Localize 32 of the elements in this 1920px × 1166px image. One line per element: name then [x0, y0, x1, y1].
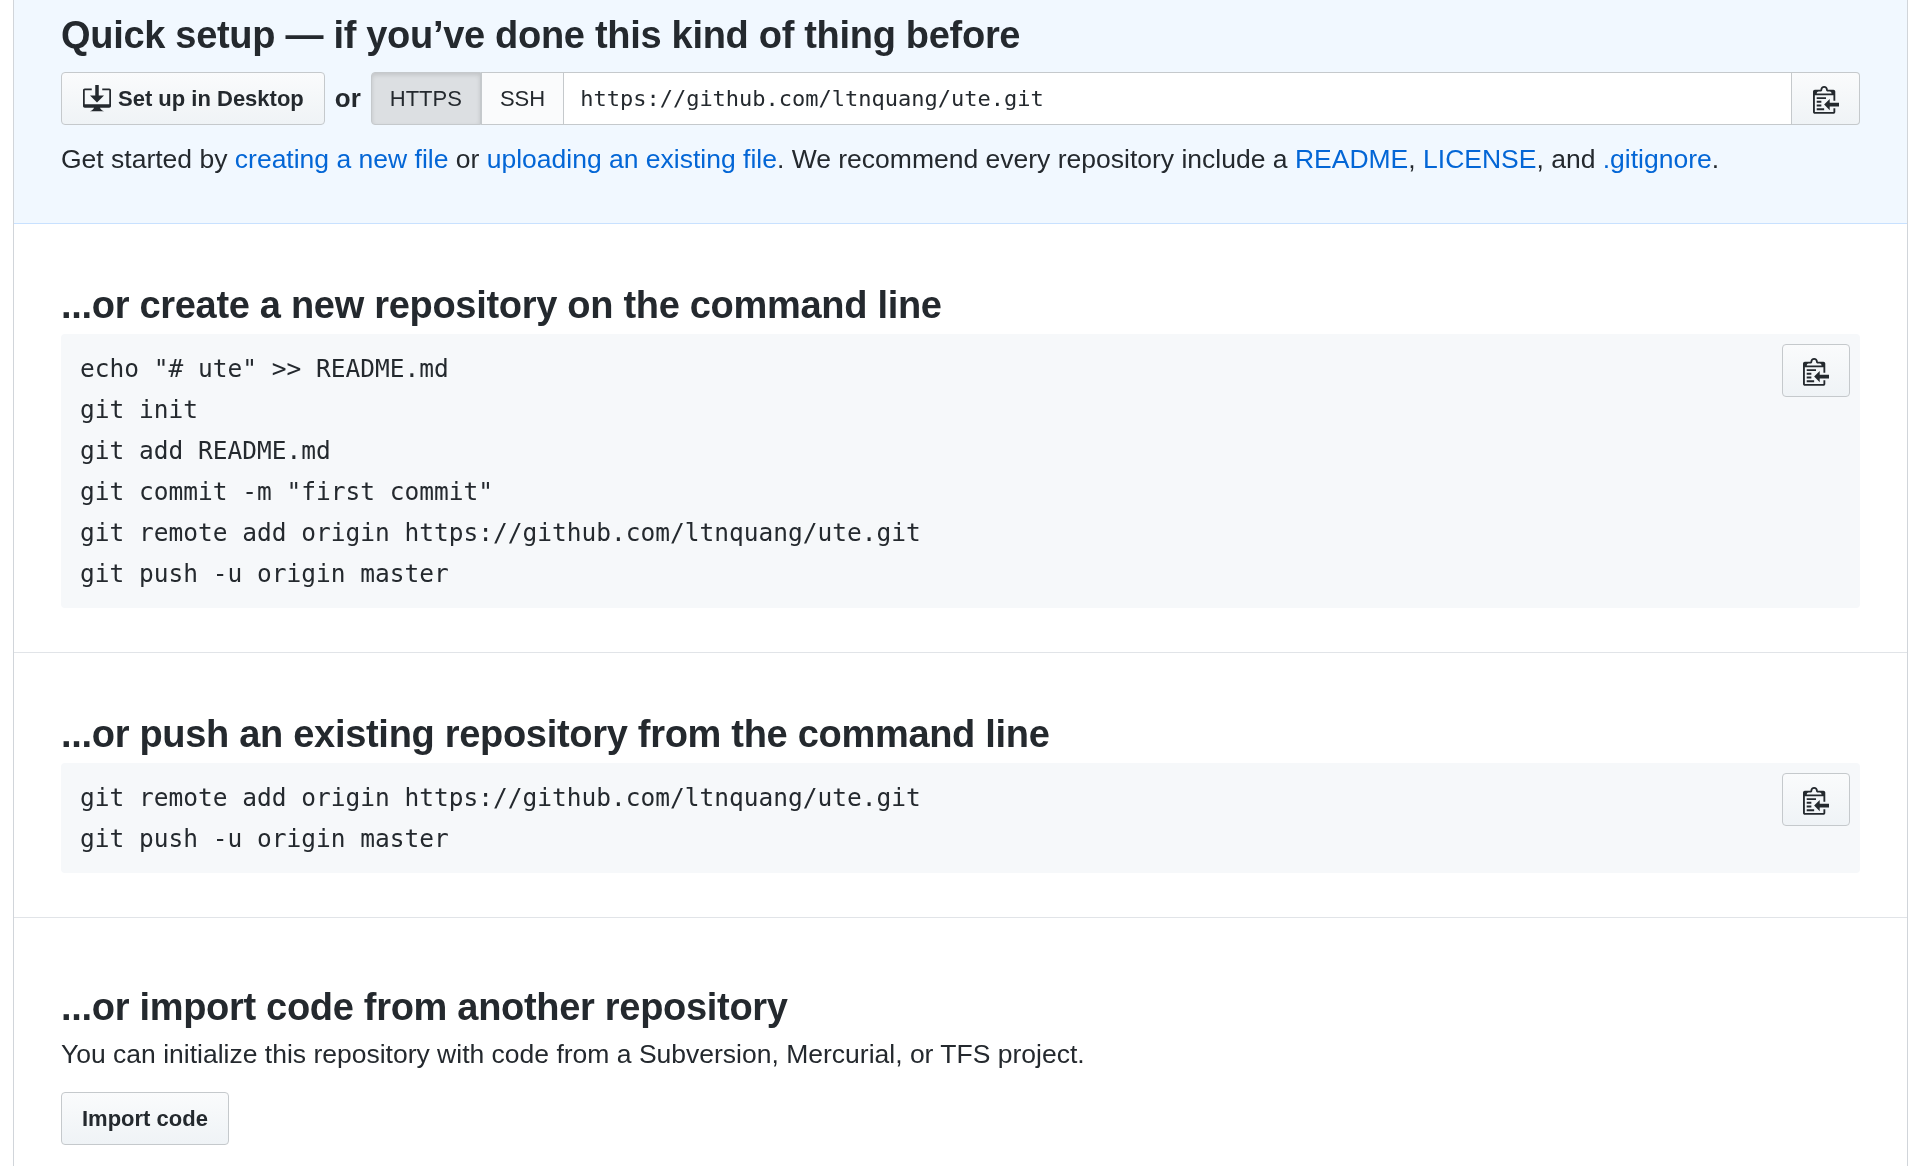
link[interactable]: uploading an existing file [486, 144, 777, 174]
link[interactable]: creating a new file [234, 144, 449, 174]
clone-url-field[interactable]: https://github.com/ltnquang/ute.git [564, 72, 1792, 125]
section-heading: Quick setup — if you’ve done this kind of thing before [61, 13, 1022, 58]
code-line: echo "# ute" >> README.md [80, 353, 449, 385]
code-line: git push -u origin master [80, 823, 449, 855]
import-description: You can initialize this repository with code from a Subversion, Mercurial, or TFS project. [61, 1038, 1086, 1071]
import-code-button[interactable]: Import code [61, 1092, 229, 1145]
copy-button[interactable] [1782, 344, 1850, 397]
link[interactable]: README [1294, 144, 1409, 174]
clipboard-icon [1803, 355, 1829, 386]
clipboard-icon [1803, 784, 1829, 815]
clipboard-icon [1812, 83, 1839, 114]
section-heading: ...or create a new repository on the command line [61, 283, 943, 328]
code-line: git remote add origin https://github.com/ltnquang/ute.git [80, 782, 921, 814]
copy-button[interactable] [1782, 773, 1850, 826]
code-line: git remote add origin https://github.com/ltnquang/ute.git [80, 517, 921, 549]
code-line: git push -u origin master [80, 558, 449, 590]
or-label: or [334, 83, 361, 114]
setup-description: Get started by creating a new file or uploading an existing file. We recommend every repository include a README, LICENSE, and .gitignore. [61, 143, 1721, 176]
code-line: git init [80, 394, 198, 426]
section-heading: ...or import code from another repository [61, 985, 789, 1030]
link[interactable]: .gitignore [1602, 144, 1712, 174]
link[interactable]: LICENSE [1423, 144, 1537, 174]
desktop-download-icon [82, 84, 112, 113]
protocol-tab[interactable]: SSH [480, 72, 565, 125]
section-heading: ...or push an existing repository from the command line [61, 712, 1051, 757]
protocol-tab[interactable]: HTTPS [370, 72, 481, 125]
desktop-button[interactable]: Set up in Desktop [61, 72, 325, 125]
copy-button[interactable] [1792, 72, 1860, 125]
code-line: git add README.md [80, 435, 331, 467]
code-line: git commit -m "first commit" [80, 476, 493, 508]
